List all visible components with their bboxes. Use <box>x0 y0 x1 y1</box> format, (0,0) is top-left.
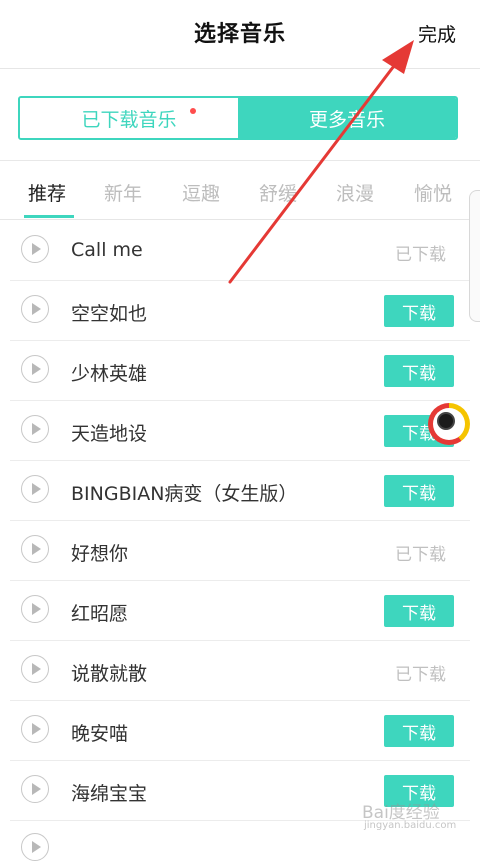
play-icon[interactable] <box>21 775 49 803</box>
more-music-label: 更多音乐 <box>308 108 385 131</box>
downloaded-music-label: 已下载音乐 <box>81 108 177 131</box>
song-name: BINGBIAN病变（女生版） <box>71 483 298 505</box>
song-name: 红昭愿 <box>71 603 129 625</box>
download-button[interactable]: 下载 <box>384 715 454 747</box>
song-name: 说散就散 <box>71 663 148 685</box>
active-tab-indicator <box>24 215 74 218</box>
tab-soothing[interactable]: 舒缓 <box>259 179 297 206</box>
song-name: 空空如也 <box>71 303 148 325</box>
play-icon[interactable] <box>21 235 49 263</box>
song-name: 少林英雄 <box>71 363 148 385</box>
song-row: 好想你 已下载 <box>10 521 470 581</box>
song-row: 说散就散 已下载 <box>10 641 470 701</box>
song-row: Call me 已下载 <box>10 221 470 281</box>
music-source-switch: 已下载音乐 更多音乐 <box>18 96 458 140</box>
song-row: 天造地设 下载 <box>10 401 470 461</box>
tab-recommend[interactable]: 推荐 <box>28 179 66 206</box>
tab-romantic[interactable]: 浪漫 <box>336 179 374 206</box>
downloaded-music-tab[interactable]: 已下载音乐 <box>20 98 238 138</box>
song-row: 少林英雄 下载 <box>10 341 470 401</box>
song-row: 红昭愿 下载 <box>10 581 470 641</box>
song-row: 晚安喵 下载 <box>10 701 470 761</box>
downloaded-status: 已下载 <box>395 665 446 685</box>
play-icon[interactable] <box>21 535 49 563</box>
play-icon[interactable] <box>21 595 49 623</box>
tab-funny[interactable]: 逗趣 <box>182 179 220 206</box>
play-icon[interactable] <box>21 475 49 503</box>
page-title: 选择音乐 <box>193 22 286 47</box>
tab-new-year[interactable]: 新年 <box>104 179 142 206</box>
download-button[interactable]: 下载 <box>384 595 454 627</box>
play-icon[interactable] <box>21 833 49 861</box>
app-header: 选择音乐 完成 <box>0 0 480 69</box>
camera-widget-icon[interactable] <box>428 403 470 445</box>
edge-scroll-handle[interactable] <box>469 190 480 322</box>
play-icon[interactable] <box>21 715 49 743</box>
song-name: Call me <box>71 239 143 261</box>
downloaded-status: 已下载 <box>395 245 446 265</box>
song-name: 好想你 <box>71 543 129 565</box>
tab-joyful[interactable]: 愉悦 <box>414 179 452 206</box>
play-icon[interactable] <box>21 655 49 683</box>
play-icon[interactable] <box>21 415 49 443</box>
song-row: BINGBIAN病变（女生版） 下载 <box>10 461 470 521</box>
download-button[interactable]: 下载 <box>384 355 454 387</box>
play-icon[interactable] <box>21 355 49 383</box>
new-dot-badge <box>190 108 196 114</box>
download-button[interactable]: 下载 <box>384 475 454 507</box>
play-icon[interactable] <box>21 295 49 323</box>
song-name: 海绵宝宝 <box>71 783 148 805</box>
baidu-watermark: Bai度经验 jingyan.baidu.com <box>362 798 474 838</box>
song-name: 天造地设 <box>71 423 148 445</box>
watermark-url: jingyan.baidu.com <box>364 820 457 831</box>
more-music-tab[interactable]: 更多音乐 <box>238 98 456 138</box>
download-button[interactable]: 下载 <box>384 295 454 327</box>
done-button[interactable]: 完成 <box>418 20 456 47</box>
camera-lens-icon <box>437 412 455 430</box>
song-row: 空空如也 下载 <box>10 281 470 341</box>
song-name: 晚安喵 <box>71 723 129 745</box>
category-tabs: 推荐 新年 逗趣 舒缓 浪漫 愉悦 <box>0 161 480 220</box>
downloaded-status: 已下载 <box>395 545 446 565</box>
